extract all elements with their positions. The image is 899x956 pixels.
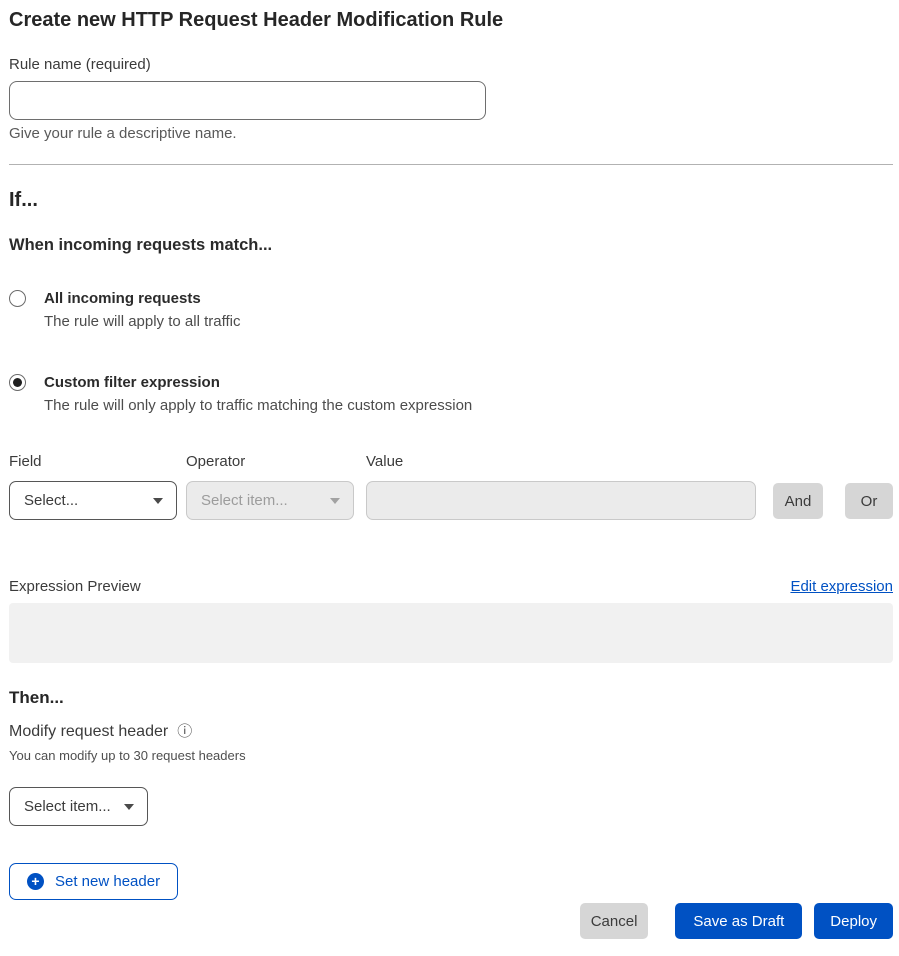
operator-select: Select item... xyxy=(186,481,354,520)
chevron-down-icon xyxy=(153,498,163,504)
expression-preview-box xyxy=(9,603,893,663)
radio-option-label: All incoming requests xyxy=(44,289,240,308)
match-subheading: When incoming requests match... xyxy=(9,235,893,255)
chevron-down-icon xyxy=(124,804,134,810)
radio-option-text: All incoming requests The rule will appl… xyxy=(44,289,240,331)
radio-option-custom-filter-expression[interactable]: Custom filter expression The rule will o… xyxy=(9,373,893,415)
then-heading: Then... xyxy=(9,687,893,708)
plus-icon: + xyxy=(27,873,44,890)
andor-button-group: And Or xyxy=(773,483,893,519)
radio-option-all-incoming-requests[interactable]: All incoming requests The rule will appl… xyxy=(9,289,893,331)
operator-label: Operator xyxy=(186,453,354,471)
deploy-button[interactable]: Deploy xyxy=(814,903,893,939)
if-heading: If... xyxy=(9,187,893,213)
create-rule-page: Create new HTTP Request Header Modificat… xyxy=(0,0,899,939)
header-action-select[interactable]: Select item... xyxy=(9,787,148,826)
header-action-select-value: Select item... xyxy=(24,798,111,815)
radio-selected-icon[interactable] xyxy=(9,374,26,391)
edit-expression-link[interactable]: Edit expression xyxy=(790,577,893,596)
expression-preview-label: Expression Preview xyxy=(9,577,141,596)
chevron-down-icon xyxy=(330,498,340,504)
rule-name-input[interactable] xyxy=(9,81,486,120)
field-select-value: Select... xyxy=(24,492,78,509)
radio-option-description: The rule will only apply to traffic matc… xyxy=(44,396,472,415)
field-label: Field xyxy=(9,453,177,471)
radio-option-label: Custom filter expression xyxy=(44,373,472,392)
section-divider xyxy=(9,164,893,165)
and-button[interactable]: And xyxy=(773,483,823,519)
expression-builder-row: Field Select... Operator Select item... … xyxy=(9,453,893,520)
rule-name-help: Give your rule a descriptive name. xyxy=(9,125,893,143)
cancel-button[interactable]: Cancel xyxy=(580,903,649,939)
page-title: Create new HTTP Request Header Modificat… xyxy=(9,8,893,32)
radio-unselected-icon[interactable] xyxy=(9,290,26,307)
info-icon[interactable]: ⓘ xyxy=(177,724,192,739)
field-select[interactable]: Select... xyxy=(9,481,177,520)
modify-request-header-label: Modify request header xyxy=(9,722,168,741)
expression-preview-header: Expression Preview Edit expression xyxy=(9,577,893,596)
modify-header-row: Modify request header ⓘ xyxy=(9,722,893,741)
operator-select-value: Select item... xyxy=(201,492,288,509)
value-label: Value xyxy=(366,453,756,471)
value-input xyxy=(366,481,756,520)
set-new-header-button[interactable]: + Set new header xyxy=(9,863,178,900)
save-as-draft-button[interactable]: Save as Draft xyxy=(675,903,802,939)
modify-header-help: You can modify up to 30 request headers xyxy=(9,748,893,764)
set-new-header-label: Set new header xyxy=(55,873,160,890)
radio-option-text: Custom filter expression The rule will o… xyxy=(44,373,472,415)
footer-actions: Cancel Save as Draft Deploy xyxy=(9,903,893,939)
radio-selected-dot xyxy=(13,378,22,387)
radio-option-description: The rule will apply to all traffic xyxy=(44,312,240,331)
or-button[interactable]: Or xyxy=(845,483,893,519)
rule-name-label: Rule name (required) xyxy=(9,56,893,74)
